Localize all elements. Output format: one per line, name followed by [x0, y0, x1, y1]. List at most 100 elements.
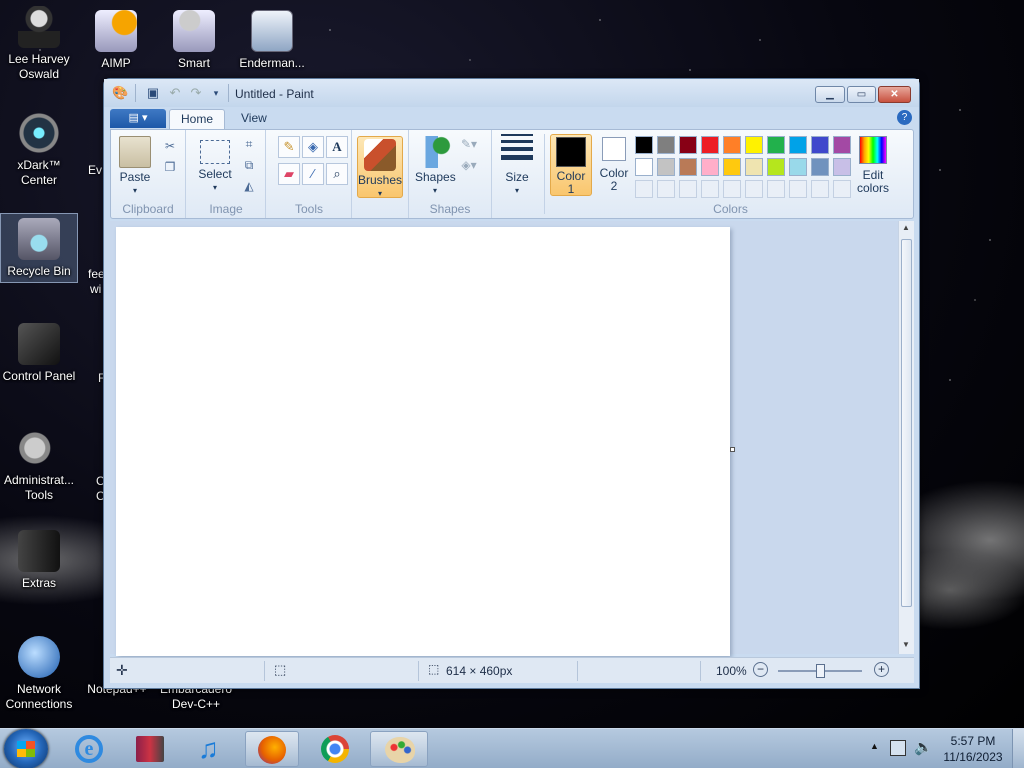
palette-swatch[interactable]: [635, 136, 653, 154]
palette-swatch[interactable]: [833, 136, 851, 154]
select-button[interactable]: Select ▾: [195, 136, 235, 194]
resize-icon[interactable]: ⧉: [239, 155, 259, 175]
copy-icon[interactable]: ❐: [160, 157, 180, 177]
custom-color-slot[interactable]: [811, 180, 829, 198]
palette-swatch[interactable]: [789, 158, 807, 176]
customize-qat-icon[interactable]: ▾: [208, 85, 224, 101]
custom-color-slot[interactable]: [679, 180, 697, 198]
taskbar-winrar[interactable]: [123, 731, 177, 767]
desktop-icon-lee-harvey-oswald[interactable]: Lee Harvey Oswald: [0, 6, 78, 82]
palette-swatch[interactable]: [701, 136, 719, 154]
maximize-button[interactable]: ▭: [847, 86, 876, 103]
palette-swatch[interactable]: [767, 136, 785, 154]
paint-window[interactable]: 🎨 ▣ ↶ ↷ ▾ Untitled - Paint ▁ ▭ ✕ ▤ ▾ Hom…: [103, 78, 920, 689]
palette-swatch[interactable]: [679, 136, 697, 154]
palette-swatch[interactable]: [657, 158, 675, 176]
palette-swatch[interactable]: [723, 158, 741, 176]
rotate-icon[interactable]: ◭: [239, 176, 259, 196]
palette-swatch[interactable]: [745, 158, 763, 176]
close-button[interactable]: ✕: [878, 86, 911, 103]
desktop-icon-recycle-bin[interactable]: Recycle Bin: [0, 213, 78, 283]
paste-button[interactable]: Paste ▾: [117, 136, 153, 197]
taskbar-itunes[interactable]: ♫: [184, 731, 238, 767]
zoom-slider-thumb[interactable]: [816, 664, 825, 678]
color1-button[interactable]: Color 1: [550, 134, 592, 196]
tab-view[interactable]: View: [230, 109, 278, 129]
gears-icon: [18, 427, 60, 469]
desktop-icon-network-connections[interactable]: Network Connections: [0, 636, 78, 712]
redo-icon[interactable]: ↷: [188, 85, 204, 101]
palette-swatch[interactable]: [657, 136, 675, 154]
title-bar[interactable]: 🎨 ▣ ↶ ↷ ▾ Untitled - Paint ▁ ▭ ✕: [104, 79, 919, 107]
window-app-icon: [251, 10, 293, 52]
undo-icon[interactable]: ↶: [167, 85, 183, 101]
volume-muted-icon[interactable]: 🔈: [914, 738, 933, 756]
desktop-icon-smart[interactable]: Smart: [155, 10, 233, 71]
palette-swatch[interactable]: [833, 158, 851, 176]
custom-color-slot[interactable]: [833, 180, 851, 198]
taskbar-paint[interactable]: [370, 731, 428, 767]
edit-colors-button[interactable]: Edit colors: [853, 136, 893, 195]
taskbar-firefox[interactable]: [245, 731, 299, 767]
cut-icon[interactable]: ✂: [160, 136, 180, 156]
shapes-button[interactable]: Shapes ▾: [415, 136, 456, 197]
palette-swatch[interactable]: [811, 158, 829, 176]
scroll-down-arrow[interactable]: ▼: [902, 640, 910, 649]
custom-color-slot[interactable]: [635, 180, 653, 198]
palette-swatch[interactable]: [811, 136, 829, 154]
desktop-icon-control-panel[interactable]: Control Panel: [0, 323, 78, 384]
zoom-out-icon[interactable]: −: [753, 662, 768, 677]
drawing-canvas[interactable]: [116, 227, 730, 656]
magnifier-icon[interactable]: ⌕: [326, 163, 348, 185]
palette-swatch[interactable]: [745, 136, 763, 154]
size-button[interactable]: Size ▾: [497, 134, 537, 197]
custom-color-slot[interactable]: [657, 180, 675, 198]
zoom-slider[interactable]: [778, 664, 862, 678]
fill-icon[interactable]: ◈: [302, 136, 324, 158]
fill-shape-icon[interactable]: ◈▾: [459, 155, 479, 175]
clock[interactable]: 5:57 PM 11/16/2023: [940, 733, 1006, 765]
text-icon[interactable]: A: [326, 136, 348, 158]
palette-swatch[interactable]: [723, 136, 741, 154]
vertical-scrollbar[interactable]: ▲ ▼: [898, 221, 914, 654]
eraser-icon[interactable]: ▰: [278, 163, 300, 185]
network-tray-icon[interactable]: [890, 740, 906, 756]
custom-color-slot[interactable]: [745, 180, 763, 198]
scroll-up-arrow[interactable]: ▲: [902, 223, 910, 232]
desktop-icon-extras[interactable]: Extras: [0, 530, 78, 591]
save-icon[interactable]: ▣: [145, 85, 161, 101]
custom-color-slot[interactable]: [723, 180, 741, 198]
show-desktop-button[interactable]: [1012, 729, 1024, 768]
outline-icon[interactable]: ✎▾: [459, 134, 479, 154]
desktop-icon-xdark-center[interactable]: xDark™ Center: [0, 112, 78, 188]
paint-app-icon[interactable]: 🎨: [112, 85, 128, 101]
zoom-in-icon[interactable]: +: [874, 662, 889, 677]
canvas-area[interactable]: [110, 221, 898, 656]
custom-color-slot[interactable]: [767, 180, 785, 198]
minimize-button[interactable]: ▁: [815, 86, 845, 103]
desktop-icon-aimp[interactable]: AIMP: [77, 10, 155, 71]
crop-icon[interactable]: ⌗: [239, 134, 259, 154]
paint-menu-button[interactable]: ▤ ▾: [110, 109, 166, 128]
taskbar-chrome[interactable]: [309, 731, 363, 767]
help-icon[interactable]: ?: [897, 110, 912, 125]
scrollbar-thumb[interactable]: [901, 239, 912, 607]
resize-handle[interactable]: [730, 447, 735, 452]
color2-button[interactable]: Color 2: [595, 134, 633, 193]
taskbar-internet-explorer[interactable]: e: [62, 731, 116, 767]
custom-color-slot[interactable]: [789, 180, 807, 198]
palette-swatch[interactable]: [767, 158, 785, 176]
start-button[interactable]: [4, 729, 48, 768]
desktop-icon-administrative-tools[interactable]: Administrat... Tools: [0, 427, 78, 503]
tab-home[interactable]: Home: [169, 109, 226, 129]
palette-swatch[interactable]: [789, 136, 807, 154]
custom-color-slot[interactable]: [701, 180, 719, 198]
palette-swatch[interactable]: [635, 158, 653, 176]
palette-swatch[interactable]: [679, 158, 697, 176]
pencil-icon[interactable]: ✎: [278, 136, 300, 158]
color-picker-icon[interactable]: ⁄: [302, 163, 324, 185]
palette-swatch[interactable]: [701, 158, 719, 176]
desktop-icon-enderman[interactable]: Enderman...: [233, 10, 311, 71]
show-hidden-icons[interactable]: ▲: [870, 741, 879, 751]
brushes-button[interactable]: Brushes ▾: [357, 136, 403, 198]
